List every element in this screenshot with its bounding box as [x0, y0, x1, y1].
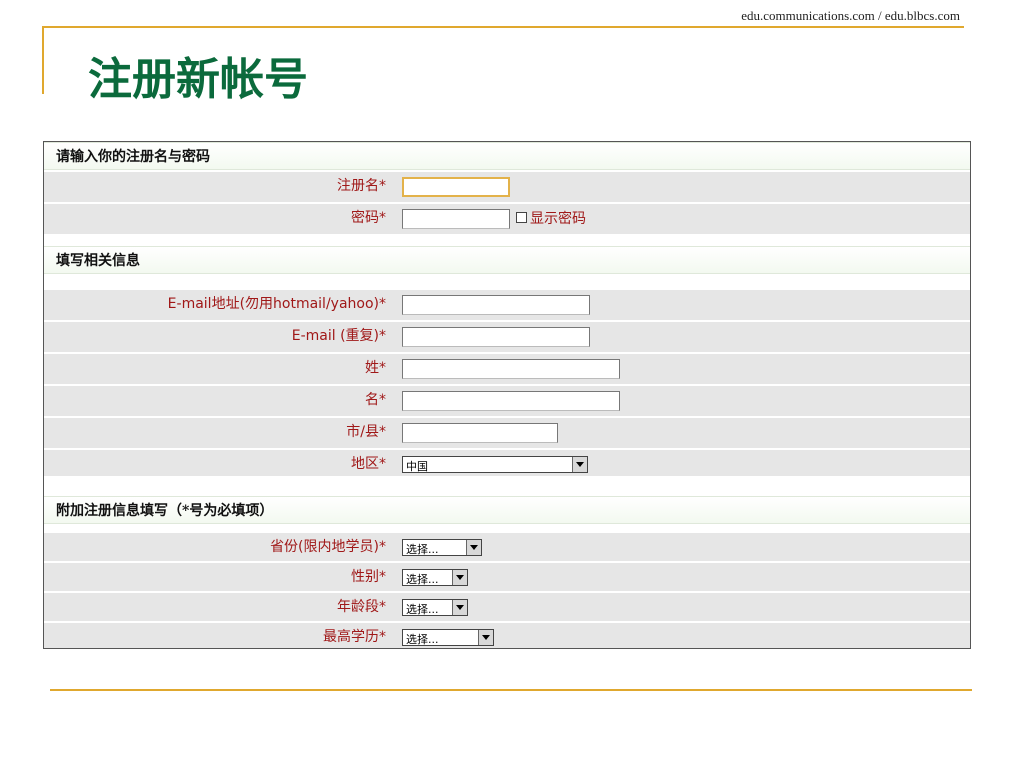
section-extra: 附加注册信息填写（*号为必填项） [44, 496, 970, 524]
first-name-input[interactable] [402, 391, 620, 411]
email-confirm-label: E-mail (重复)* [291, 328, 386, 344]
age-group-label: 年龄段* [337, 599, 386, 615]
row-education: 最高学历* 选择... [44, 623, 970, 648]
section-account: 请输入你的注册名与密码 [44, 142, 970, 170]
left-accent-rule [42, 26, 44, 94]
city-input[interactable] [402, 423, 558, 443]
first-name-label: 名* [365, 392, 386, 408]
education-label: 最高学历* [323, 629, 386, 645]
password-label: 密码* [351, 210, 386, 226]
registration-form: 请输入你的注册名与密码 注册名* 密码* 显示密码 填写相关信息 E-mail地… [43, 141, 971, 649]
username-input[interactable] [402, 177, 510, 197]
username-label: 注册名* [337, 178, 386, 194]
row-username: 注册名* [44, 172, 970, 204]
show-password-checkbox[interactable] [516, 212, 527, 223]
education-select[interactable]: 选择... [402, 629, 494, 646]
region-select[interactable]: 中国 [402, 456, 588, 473]
age-group-select[interactable]: 选择... [402, 599, 468, 616]
chevron-down-icon[interactable] [452, 600, 467, 615]
province-label: 省份(限内地学员)* [270, 539, 386, 555]
row-email: E-mail地址(勿用hotmail/yahoo)* [44, 290, 970, 322]
chevron-down-icon[interactable] [572, 457, 587, 472]
row-password: 密码* 显示密码 [44, 204, 970, 236]
region-label: 地区* [351, 456, 386, 472]
row-province: 省份(限内地学员)* 选择... [44, 533, 970, 563]
region-select-value: 中国 [406, 460, 428, 473]
age-group-select-value: 选择... [406, 603, 439, 616]
email-label: E-mail地址(勿用hotmail/yahoo)* [167, 296, 386, 312]
last-name-label: 姓* [365, 360, 386, 376]
top-accent-rule [42, 26, 964, 28]
row-first-name: 名* [44, 386, 970, 418]
city-label: 市/县* [346, 424, 386, 440]
section-info-heading: 填写相关信息 [56, 253, 140, 269]
section-account-heading: 请输入你的注册名与密码 [56, 149, 210, 165]
chevron-down-icon[interactable] [478, 630, 493, 645]
email-input[interactable] [402, 295, 590, 315]
last-name-input[interactable] [402, 359, 620, 379]
section-info: 填写相关信息 [44, 246, 970, 274]
row-city: 市/县* [44, 418, 970, 450]
gender-select[interactable]: 选择... [402, 569, 468, 586]
education-select-value: 选择... [406, 633, 439, 646]
gender-label: 性别* [351, 569, 386, 585]
password-input[interactable] [402, 209, 510, 229]
show-password-label: 显示密码 [530, 211, 586, 227]
row-region: 地区* 中国 [44, 450, 970, 478]
province-select-value: 选择... [406, 543, 439, 556]
gender-select-value: 选择... [406, 573, 439, 586]
section-extra-heading: 附加注册信息填写（*号为必填项） [56, 503, 274, 519]
chevron-down-icon[interactable] [452, 570, 467, 585]
slide-title: 注册新帐号 [88, 54, 308, 105]
source-caption: edu.communications.com / edu.blbcs.com [741, 8, 960, 23]
row-last-name: 姓* [44, 354, 970, 386]
chevron-down-icon[interactable] [466, 540, 481, 555]
province-select[interactable]: 选择... [402, 539, 482, 556]
row-age-group: 年龄段* 选择... [44, 593, 970, 623]
email-confirm-input[interactable] [402, 327, 590, 347]
row-email-confirm: E-mail (重复)* [44, 322, 970, 354]
row-gender: 性别* 选择... [44, 563, 970, 593]
bottom-accent-rule [50, 689, 972, 691]
show-password-toggle[interactable]: 显示密码 [516, 208, 586, 228]
